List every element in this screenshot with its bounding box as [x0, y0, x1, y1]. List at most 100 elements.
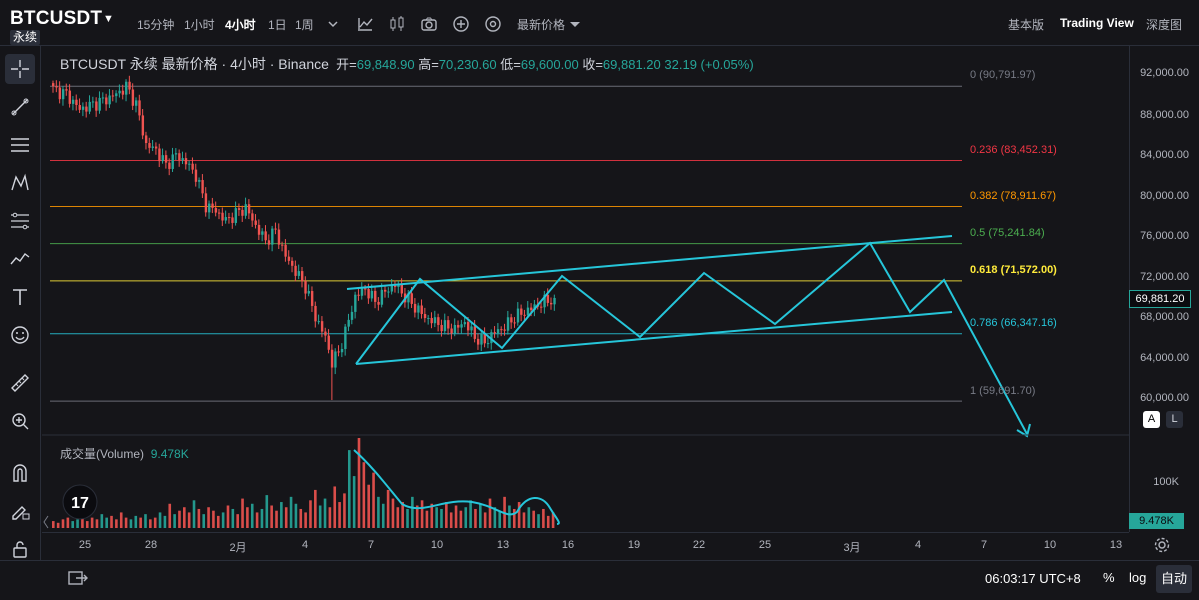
candle-body — [271, 228, 274, 245]
candle-body — [423, 314, 427, 319]
candle-body — [496, 329, 500, 334]
timeframe-1h[interactable]: 1小时 — [184, 16, 215, 33]
log-scale-button[interactable]: L — [1166, 411, 1183, 428]
price-tick: 84,000.00 — [1140, 149, 1189, 161]
text-icon[interactable] — [5, 282, 35, 312]
timeframe-15m[interactable]: 15分钟 — [137, 16, 174, 33]
volume-bar — [289, 496, 293, 528]
price-tick: 88,000.00 — [1140, 109, 1189, 121]
crosshair-icon[interactable] — [5, 54, 35, 84]
volume-bar — [347, 450, 351, 528]
timeframe-4h[interactable]: 4小时 — [225, 16, 256, 33]
volume-bar — [435, 507, 438, 528]
view-trading-view[interactable]: Trading View — [1060, 16, 1134, 30]
forecast-icon[interactable] — [5, 244, 35, 274]
auto-scale-button[interactable]: A — [1143, 411, 1160, 428]
candle-body — [377, 301, 380, 305]
candle-body — [141, 115, 145, 136]
candle-body — [390, 285, 394, 292]
candle-body — [297, 271, 301, 276]
candle-body — [374, 290, 377, 302]
volume-bar — [163, 515, 167, 528]
candle-body — [334, 351, 337, 368]
fib-label-05: 0.5 (75,241.84) — [970, 227, 1045, 239]
volume-bar — [76, 519, 79, 528]
candle-body — [433, 317, 437, 324]
log-button[interactable]: log — [1129, 570, 1146, 585]
view-basic[interactable]: 基本版 — [1008, 16, 1044, 33]
volume-bar — [469, 500, 472, 528]
channel-lower-line — [355, 311, 953, 365]
zoom-in-icon[interactable] — [5, 406, 35, 436]
price-chart[interactable]: 17 — [42, 46, 1129, 532]
volume-bar — [479, 503, 482, 528]
settings-icon[interactable] — [484, 15, 502, 33]
legend-title: BTCUSDT 永续 最新价格 · 4小时 · Binance — [60, 56, 329, 72]
ruler-icon[interactable] — [5, 368, 35, 398]
volume-bar — [105, 517, 108, 528]
percent-scale-button[interactable]: % — [1103, 570, 1115, 585]
candle-body — [251, 213, 254, 221]
edit-lock-icon[interactable] — [5, 496, 35, 526]
candle-body — [257, 224, 261, 235]
volume-bar — [357, 438, 361, 528]
goto-date-icon[interactable] — [68, 569, 88, 587]
volume-bar — [498, 510, 502, 528]
volume-bar — [367, 484, 370, 528]
clock-timezone[interactable]: 06:03:17 UTC+8 — [985, 571, 1081, 586]
add-icon[interactable] — [452, 15, 470, 33]
candlestick-type-icon[interactable] — [388, 15, 406, 33]
horizontal-lines-icon[interactable] — [5, 130, 35, 160]
candle-body — [493, 332, 496, 334]
candle-body — [417, 305, 420, 313]
candle-body — [291, 260, 294, 266]
volume-bar — [391, 498, 395, 528]
volume-bar — [144, 514, 147, 528]
volume-bar — [343, 493, 346, 528]
time-axis[interactable]: 25 28 2月 4 7 10 13 16 19 22 25 3月 4 7 10… — [42, 532, 1129, 558]
timeframe-1w[interactable]: 1周 — [295, 16, 314, 33]
candle-body — [370, 290, 374, 299]
chevron-down-icon[interactable] — [324, 15, 342, 33]
candle-body — [254, 220, 257, 225]
candle-body — [95, 101, 98, 111]
volume-bar — [212, 510, 215, 528]
timeframe-1d[interactable]: 1日 — [268, 16, 287, 33]
volume-bar — [255, 512, 259, 528]
candle-body — [154, 146, 158, 149]
fib-retracement-icon[interactable] — [5, 206, 35, 236]
candle-body — [224, 217, 228, 221]
candle-body — [470, 326, 473, 331]
volume-bar — [338, 502, 341, 528]
candle-body — [181, 158, 184, 161]
emoji-icon[interactable] — [5, 320, 35, 350]
candle-body — [503, 329, 506, 331]
candle-body — [234, 208, 237, 223]
chart-settings-gear-icon[interactable] — [1153, 536, 1171, 554]
volume-bar — [221, 512, 225, 528]
candle-body — [98, 97, 101, 111]
pattern-icon[interactable] — [5, 168, 35, 198]
candle-body — [364, 288, 367, 290]
close-label: 收= — [582, 57, 603, 72]
price-type-selector[interactable]: 最新价格 — [517, 16, 565, 33]
view-depth[interactable]: 深度图 — [1146, 16, 1182, 33]
volume-bar — [449, 512, 453, 528]
volume-bar — [294, 503, 298, 528]
camera-icon[interactable] — [420, 15, 438, 33]
volume-bar — [231, 508, 235, 528]
trend-line-icon[interactable] — [5, 92, 35, 122]
volume-bar — [56, 522, 60, 528]
symbol-name[interactable]: BTCUSDT — [10, 8, 102, 30]
auto-button[interactable]: 自动 — [1156, 565, 1192, 593]
indicators-icon[interactable] — [356, 15, 374, 33]
magnet-icon[interactable] — [5, 458, 35, 488]
symbol-dropdown-icon[interactable]: ▼ — [103, 13, 114, 25]
price-axis[interactable]: 92,000.00 88,000.00 84,000.00 80,000.00 … — [1129, 46, 1199, 532]
candle-body — [85, 106, 88, 112]
candle-body — [387, 291, 390, 293]
candle-body — [128, 81, 131, 90]
price-type-caret-icon[interactable] — [566, 16, 584, 34]
candle-body — [138, 100, 141, 116]
candle-body — [267, 240, 271, 245]
